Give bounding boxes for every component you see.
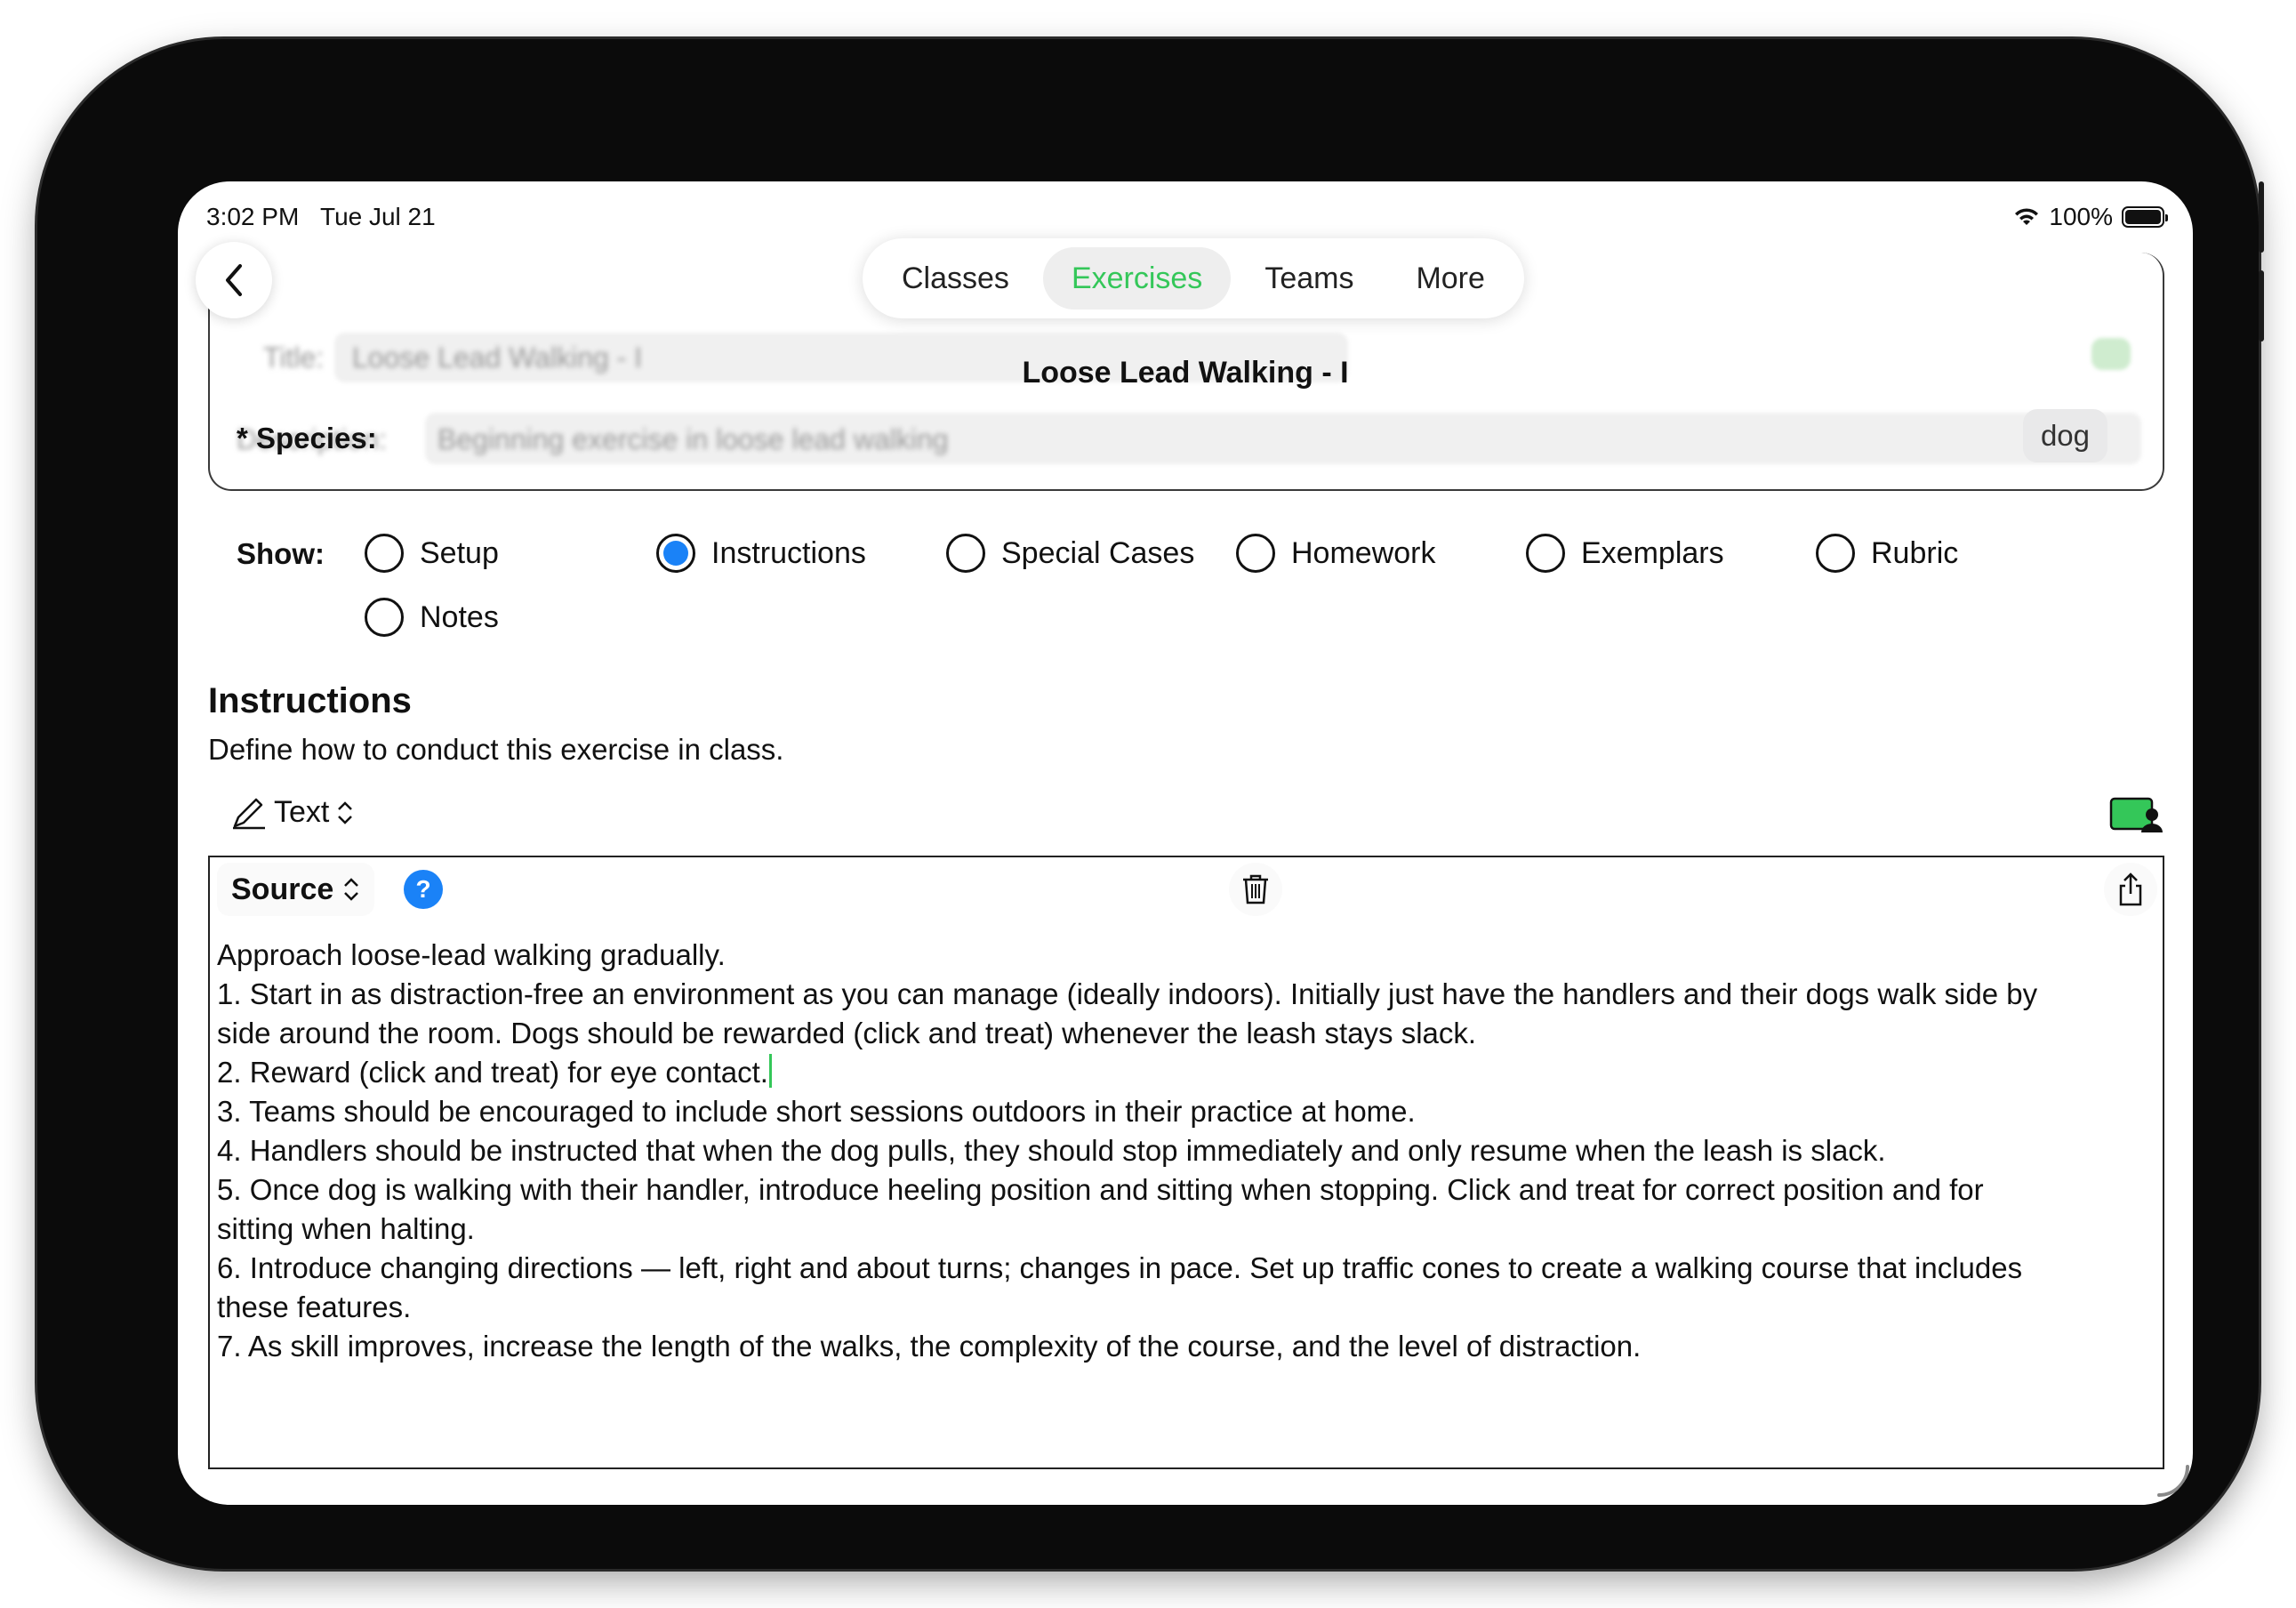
radio-homework[interactable]: Homework <box>1236 534 1435 573</box>
share-button[interactable] <box>2104 863 2157 916</box>
editor-text[interactable]: Approach loose-lead walking gradually. 1… <box>217 936 2118 1366</box>
mode-selector[interactable]: Text <box>231 795 354 830</box>
volume-up-button <box>2259 181 2264 253</box>
resize-handle[interactable] <box>2154 1461 2193 1505</box>
wifi-icon <box>2015 208 2039 225</box>
section-description: Define how to conduct this exercise in c… <box>208 733 784 766</box>
tab-classes[interactable]: Classes <box>873 247 1038 310</box>
editor-line-with-caret: 2. Reward (click and treat) for eye cont… <box>217 1053 2118 1092</box>
chevron-updown-icon <box>338 800 353 824</box>
help-button[interactable]: ? <box>404 870 443 909</box>
tab-teams[interactable]: Teams <box>1236 247 1382 310</box>
editor-line: side around the room. Dogs should be rew… <box>217 1017 1477 1049</box>
status-time: 3:02 PM <box>206 203 300 230</box>
radio-circle <box>365 598 404 637</box>
radio-label: Setup <box>420 535 499 570</box>
resize-handle-icon <box>2157 1465 2189 1497</box>
section-title: Instructions <box>208 681 412 720</box>
document-title: Loose Lead Walking - I <box>1022 356 1349 390</box>
editor-toolbar: Source ? <box>210 857 2163 921</box>
text-caret <box>768 1054 772 1088</box>
description-value: Beginning exercise in loose lead walking <box>438 423 949 455</box>
share-icon <box>2119 872 2142 906</box>
person-screen-button[interactable] <box>2109 795 2164 839</box>
radio-rubric[interactable]: Rubric <box>1816 534 1958 573</box>
tab-exercises[interactable]: Exercises <box>1042 247 1232 310</box>
radio-notes[interactable]: Notes <box>365 598 499 637</box>
radio-setup[interactable]: Setup <box>365 534 499 573</box>
editor-line: 1. Start in as distraction-free an envir… <box>217 977 2038 1010</box>
battery-icon <box>2122 206 2168 228</box>
radio-circle <box>946 534 985 573</box>
radio-special-cases[interactable]: Special Cases <box>946 534 1194 573</box>
editor-line: 4. Handlers should be instructed that wh… <box>217 1134 1886 1167</box>
mode-label: Text <box>274 795 330 829</box>
radio-label: Exemplars <box>1581 535 1724 570</box>
pencil-icon <box>233 798 265 829</box>
ipad-frame: 3:02 PM Tue Jul 21 100% Title: Loose Lea… <box>37 39 2264 1569</box>
status-right: 100% <box>2013 203 2168 231</box>
editor-line: 5. Once dog is walking with their handle… <box>217 1173 1984 1206</box>
radio-label: Instructions <box>711 535 866 570</box>
radio-exemplars[interactable]: Exemplars <box>1526 534 1724 573</box>
species-label: * Species: <box>237 422 377 454</box>
radio-circle <box>365 534 404 573</box>
radio-label: Special Cases <box>1001 535 1195 570</box>
radio-label: Rubric <box>1871 535 1959 570</box>
status-bar: 3:02 PM Tue Jul 21 100% <box>206 196 2168 235</box>
editor-line: sitting when halting. <box>217 1212 475 1245</box>
editor-line-text: 2. Reward (click and treat) for eye cont… <box>217 1056 768 1089</box>
tab-more[interactable]: More <box>1387 247 1513 310</box>
radio-circle <box>1236 534 1275 573</box>
battery-percent: 100% <box>2049 203 2113 230</box>
source-selector[interactable]: Source <box>217 863 375 916</box>
radio-circle <box>1816 534 1855 573</box>
person-screen-icon <box>2109 797 2163 832</box>
radio-circle-selected <box>656 534 695 573</box>
back-chevron-icon <box>226 264 242 296</box>
radio-circle <box>1526 534 1565 573</box>
editor-line: Approach loose-lead walking gradually. <box>217 938 726 971</box>
radio-label: Homework <box>1291 535 1436 570</box>
editor-line: 3. Teams should be encouraged to include… <box>217 1095 1416 1128</box>
species-select[interactable]: dog <box>2022 409 2107 462</box>
source-label: Source <box>231 872 334 906</box>
back-button[interactable] <box>196 242 272 318</box>
screen: 3:02 PM Tue Jul 21 100% Title: Loose Lea… <box>178 181 2193 1505</box>
radio-instructions[interactable]: Instructions <box>656 534 866 573</box>
show-label: Show: <box>237 537 325 570</box>
editor-line: 7. As skill improves, increase the lengt… <box>217 1330 1642 1363</box>
trash-icon <box>1243 874 1268 904</box>
delete-button[interactable] <box>1229 863 1282 916</box>
volume-down-button <box>2259 270 2264 342</box>
chevron-updown-icon <box>344 878 359 901</box>
radio-label: Notes <box>420 599 499 634</box>
top-tab-bar: Classes Exercises Teams More <box>863 238 1524 318</box>
status-date: Tue Jul 21 <box>320 203 436 230</box>
editor-line: these features. <box>217 1290 412 1323</box>
instructions-editor[interactable]: Source ? Approach loose-lead walking gra… <box>208 856 2164 1469</box>
editor-line: 6. Introduce changing directions — left,… <box>217 1251 2023 1284</box>
